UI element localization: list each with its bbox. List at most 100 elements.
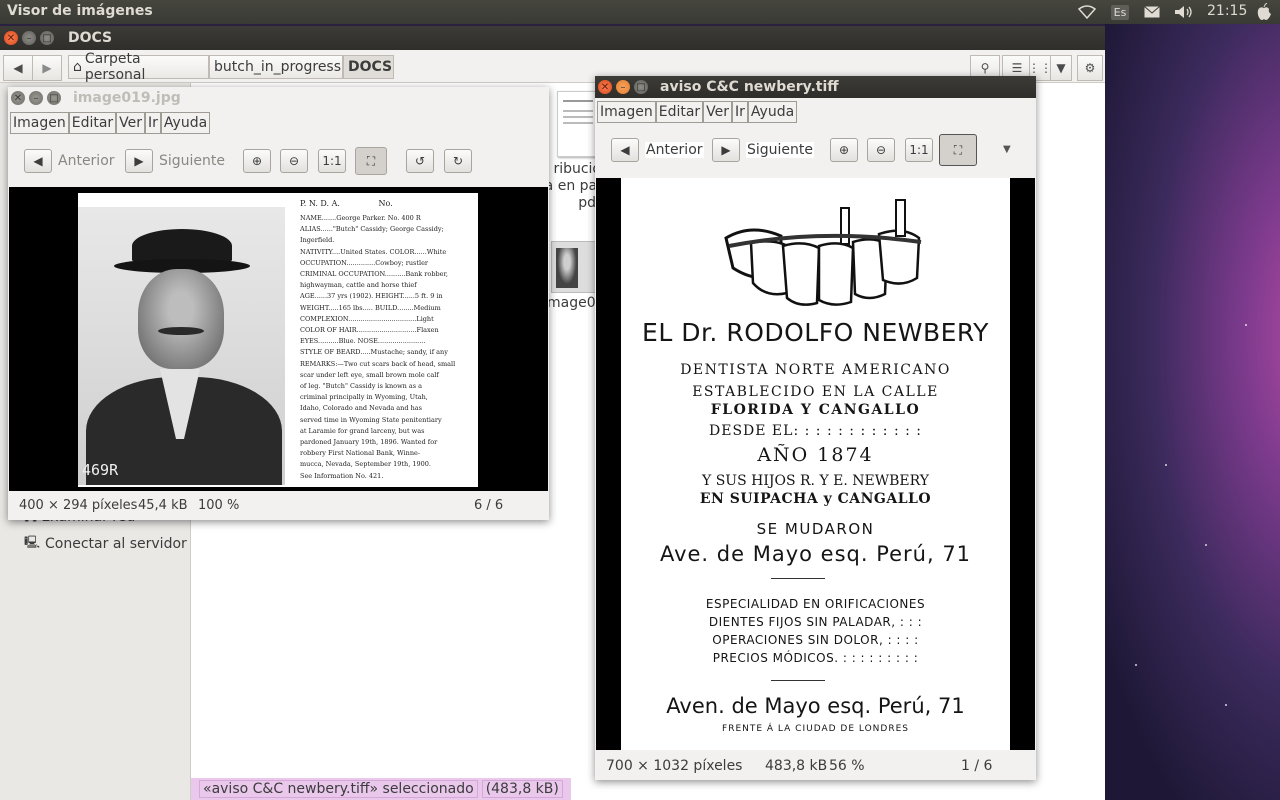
record-line: AGE......37 yrs (1902). HEIGHT......5 ft… bbox=[300, 292, 443, 301]
best-fit-button[interactable]: ⛶ bbox=[939, 134, 977, 166]
best-fit-button[interactable]: ⛶ bbox=[355, 147, 387, 175]
viewer-title: image019.jpg bbox=[73, 90, 181, 106]
image-position: 1 / 6 bbox=[961, 758, 993, 774]
view-options-button[interactable]: ▼ bbox=[1050, 55, 1072, 81]
settings-button[interactable]: ⚙ bbox=[1077, 55, 1103, 81]
ad-line: FRENTE Á LA CIUDAD DE LONDRES bbox=[722, 724, 909, 734]
menu-ayuda[interactable]: Ayuda bbox=[160, 112, 211, 134]
minimize-icon[interactable]: – bbox=[29, 91, 43, 105]
clock[interactable]: 21:15 bbox=[1207, 3, 1247, 19]
apple-session-icon[interactable] bbox=[1254, 0, 1274, 24]
image-canvas[interactable]: EL Dr. RODOLFO NEWBERY DENTISTA NORTE AM… bbox=[596, 178, 1035, 750]
previous-button[interactable]: ◀ bbox=[611, 138, 639, 162]
server-icon: 🖳 bbox=[24, 535, 41, 549]
next-button[interactable]: ▶ bbox=[125, 149, 153, 173]
record-line: REMARKS:—Two cut scars back of head, sma… bbox=[300, 359, 456, 368]
toolbar-overflow-icon[interactable]: ▼ bbox=[1003, 144, 1011, 155]
zoom-level: 56 % bbox=[829, 758, 865, 774]
ad-divider bbox=[771, 578, 825, 579]
normal-size-button[interactable]: 1:1 bbox=[905, 138, 933, 162]
arrow-right-icon: ▶ bbox=[134, 154, 144, 168]
zoom-in-button[interactable]: ⊕ bbox=[830, 138, 858, 162]
keyboard-layout-indicator[interactable]: Es bbox=[1110, 0, 1130, 24]
zoom-in-button[interactable]: ⊕ bbox=[243, 149, 271, 173]
record-line: criminal principally in Wyoming, Utah, bbox=[300, 393, 428, 402]
ad-line: ESPECIALIDAD EN ORIFICACIONES bbox=[705, 597, 926, 611]
previous-label[interactable]: Anterior bbox=[58, 153, 115, 169]
ad-line: SE MUDARON bbox=[756, 520, 875, 538]
minimize-icon[interactable]: – bbox=[616, 80, 630, 94]
ad-line: OPERACIONES SIN DOLOR, : : : : bbox=[712, 633, 919, 647]
close-icon[interactable]: ✕ bbox=[4, 31, 18, 45]
volume-icon[interactable] bbox=[1172, 0, 1196, 24]
maximize-icon[interactable]: □ bbox=[40, 31, 54, 45]
file-size: 45,4 kB bbox=[138, 498, 188, 513]
mugshot-record-image: 469R P. N. D. A. No. NAME.......George P… bbox=[78, 193, 478, 487]
menu-editar[interactable]: Editar bbox=[68, 112, 117, 134]
next-label[interactable]: Siguiente bbox=[159, 153, 225, 169]
maximize-icon[interactable]: □ bbox=[47, 91, 61, 105]
rotate-right-button[interactable]: ↻ bbox=[444, 149, 472, 173]
close-icon[interactable]: ✕ bbox=[598, 80, 612, 94]
minimize-icon[interactable]: – bbox=[22, 31, 36, 45]
wifi-icon[interactable] bbox=[1076, 0, 1098, 24]
forward-button[interactable]: ▶ bbox=[32, 55, 62, 81]
rotate-left-button[interactable]: ↺ bbox=[406, 149, 434, 173]
selection-status-text: «aviso C&C newbery.tiff» seleccionado bbox=[199, 780, 478, 798]
image-file-thumbnail[interactable] bbox=[551, 241, 597, 293]
image-position: 6 / 6 bbox=[474, 498, 504, 513]
sidebar-item-connect-server[interactable]: 🖳 Conectar al servidor bbox=[24, 533, 187, 554]
menu-ver[interactable]: Ver bbox=[703, 101, 733, 123]
image-canvas[interactable]: 469R P. N. D. A. No. NAME.......George P… bbox=[9, 187, 548, 491]
file-size: 483,8 kB bbox=[765, 758, 828, 774]
back-button[interactable]: ◀ bbox=[3, 55, 33, 81]
home-icon: ⌂ bbox=[73, 59, 82, 75]
next-label[interactable]: Siguiente bbox=[746, 142, 815, 158]
breadcrumb-home[interactable]: ⌂ Carpeta personal bbox=[68, 51, 209, 83]
viewer-title: aviso C&C newbery.tiff bbox=[660, 79, 839, 95]
keyboard-layout-label: Es bbox=[1110, 4, 1130, 20]
previous-label[interactable]: Anterior bbox=[645, 142, 704, 158]
image-viewer-window-left: ✕ – □ image019.jpg Imagen Editar Ver Ir … bbox=[8, 87, 549, 520]
menu-ayuda[interactable]: Ayuda bbox=[747, 101, 798, 123]
ad-line: AÑO 1874 bbox=[757, 444, 874, 466]
menu-editar[interactable]: Editar bbox=[655, 101, 704, 123]
photo-caption: 469R bbox=[82, 461, 119, 479]
maximize-icon[interactable]: □ bbox=[634, 80, 648, 94]
breadcrumb-butch-in-progress[interactable]: butch_in_progress bbox=[209, 55, 343, 79]
search-icon: ⚲ bbox=[980, 61, 990, 75]
normal-size-button[interactable]: 1:1 bbox=[318, 149, 346, 173]
normal-size-label: 1:1 bbox=[322, 154, 342, 168]
arrow-right-icon: ▶ bbox=[721, 143, 731, 157]
close-icon[interactable]: ✕ bbox=[11, 91, 25, 105]
file-manager-title: DOCS bbox=[68, 30, 113, 46]
image-dimensions: 400 × 294 píxeles bbox=[19, 498, 138, 513]
menu-imagen[interactable]: Imagen bbox=[597, 101, 656, 123]
record-line: served time in Wyoming State penitentiar… bbox=[300, 415, 442, 424]
record-line: NAME.......George Parker. No. 400 R bbox=[300, 214, 421, 222]
next-button[interactable]: ▶ bbox=[712, 138, 740, 162]
viewer-titlebar: ✕ – □ image019.jpg bbox=[8, 87, 549, 109]
ad-divider bbox=[771, 680, 825, 681]
file-label-line: ribucio bbox=[553, 161, 601, 177]
ad-line: ESTABLECIDO EN LA CALLE bbox=[692, 384, 939, 400]
mail-icon[interactable] bbox=[1142, 0, 1162, 24]
zoom-out-button[interactable]: ⊖ bbox=[867, 138, 895, 162]
ad-line: DIENTES FIJOS SIN PALADAR, : : : bbox=[708, 615, 923, 629]
file-label[interactable]: ribucio a en pal pdf bbox=[541, 161, 601, 212]
zoom-level: 100 % bbox=[198, 498, 240, 513]
ad-line: DENTISTA NORTE AMERICANO bbox=[680, 362, 951, 378]
zoom-out-button[interactable]: ⊖ bbox=[280, 149, 308, 173]
wallpaper-star bbox=[1165, 464, 1167, 466]
menu-ir[interactable]: Ir bbox=[732, 101, 748, 123]
menu-ver[interactable]: Ver bbox=[116, 112, 146, 134]
menu-imagen[interactable]: Imagen bbox=[10, 112, 69, 134]
breadcrumb-docs[interactable]: DOCS bbox=[343, 55, 394, 79]
previous-button[interactable]: ◀ bbox=[24, 149, 52, 173]
viewer-menubar: Imagen Editar Ver Ir Ayuda bbox=[595, 101, 1036, 123]
arrow-left-icon: ◀ bbox=[620, 143, 630, 157]
menu-ir[interactable]: Ir bbox=[145, 112, 161, 134]
pdf-file-icon[interactable] bbox=[557, 91, 599, 157]
zoom-out-icon: ⊖ bbox=[875, 143, 887, 157]
active-app-title: Visor de imágenes bbox=[7, 3, 153, 19]
